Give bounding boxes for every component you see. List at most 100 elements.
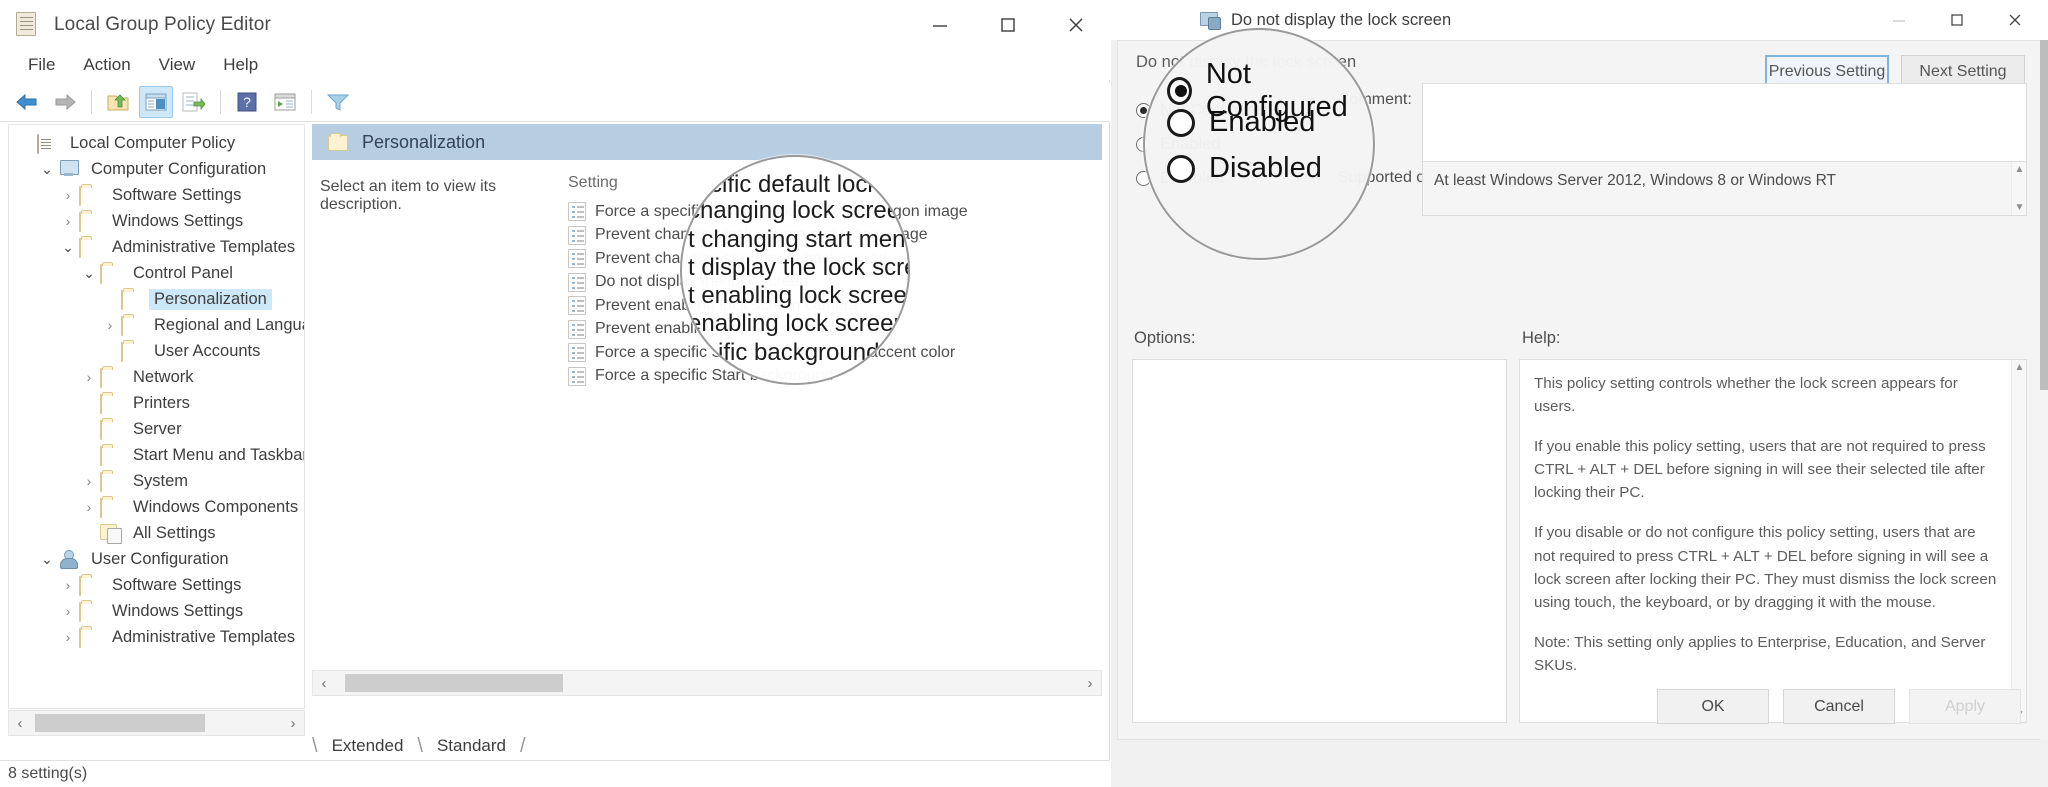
setting-row[interactable]: Do not display the lock screen: [560, 271, 1102, 295]
back-arrow-icon[interactable]: [10, 86, 44, 118]
tree-item-control-panel[interactable]: ⌄ Control Panel: [9, 260, 304, 286]
tree-item-icon: [58, 160, 80, 178]
tree-item-windows-settings[interactable]: › Windows Settings: [9, 208, 304, 234]
console-tree-pane[interactable]: Local Computer Policy ⌄ Computer Configura…: [8, 124, 305, 709]
chevron-down-icon[interactable]: ⌄: [36, 161, 58, 178]
radio-disabled[interactable]: Disabled: [1136, 161, 1271, 195]
setting-row[interactable]: Force a specific Start background: [560, 365, 1102, 389]
setting-row[interactable]: Prevent enabling lock screen slide show: [560, 318, 1102, 342]
setting-row[interactable]: Prevent changing lock screen and logon i…: [560, 224, 1102, 248]
tree-item-server[interactable]: Server: [9, 416, 304, 442]
dialog-body: Do not display the lock screen Previous …: [1117, 40, 2042, 740]
chevron-right-icon[interactable]: ›: [57, 577, 79, 593]
chevron-right-icon[interactable]: ›: [57, 213, 79, 229]
comment-field[interactable]: [1422, 83, 2027, 163]
settings-horizontal-scrollbar[interactable]: ‹ ›: [312, 670, 1102, 696]
tree-item-start-menu-and-taskbar[interactable]: Start Menu and Taskbar: [9, 442, 304, 468]
close-icon[interactable]: [1042, 0, 1110, 50]
chevron-down-icon[interactable]: ⌄: [57, 239, 79, 256]
tree-item-windows-settings[interactable]: › Windows Settings: [9, 598, 304, 624]
settings-list[interactable]: Force a specific default lock screen and…: [560, 200, 1102, 388]
dialog-edge-scrollbar[interactable]: [2040, 40, 2048, 740]
toolbar-divider-2: [220, 89, 221, 114]
scroll-left-icon[interactable]: ‹: [9, 715, 31, 732]
column-header-setting[interactable]: Setting: [560, 174, 1102, 200]
menu-file[interactable]: File: [14, 53, 69, 77]
comment-value[interactable]: [1423, 84, 2026, 102]
tree-item-personalization[interactable]: Personalization: [9, 286, 304, 312]
setting-row[interactable]: Prevent changing start menu background: [560, 247, 1102, 271]
tree-scroll-track[interactable]: [31, 711, 282, 735]
chevron-right-icon[interactable]: ›: [57, 187, 79, 203]
tree-item-all-settings[interactable]: All Settings: [9, 520, 304, 546]
scroll-up-icon[interactable]: ▲: [2012, 162, 2027, 177]
dialog-edge-scroll-thumb[interactable]: [2040, 40, 2048, 390]
tree-item-printers[interactable]: Printers: [9, 390, 304, 416]
tree-item-software-settings[interactable]: › Software Settings: [9, 572, 304, 598]
help-icon[interactable]: ?: [230, 86, 264, 118]
tree-scroll-thumb[interactable]: [35, 714, 205, 732]
setting-row[interactable]: Force a specific Start background and ac…: [560, 341, 1102, 365]
radio-button-icon[interactable]: [1136, 170, 1151, 186]
scroll-down-icon[interactable]: ▼: [2012, 200, 2027, 215]
tab-standard[interactable]: Standard: [423, 734, 520, 760]
show-hide-console-tree-icon[interactable]: [139, 85, 173, 118]
settings-scroll-thumb[interactable]: [345, 674, 563, 692]
tree-item-user-configuration[interactable]: ⌄ User Configuration: [9, 546, 304, 572]
maximize-icon[interactable]: [974, 0, 1042, 50]
help-scrollbar[interactable]: ▲ ▼: [2011, 360, 2026, 722]
tree-horizontal-scrollbar[interactable]: ‹ ›: [8, 710, 305, 736]
chevron-down-icon[interactable]: ⌄: [36, 551, 58, 568]
chevron-right-icon[interactable]: ›: [99, 317, 121, 333]
radio-button-icon[interactable]: [1136, 102, 1151, 118]
minimize-icon[interactable]: [1870, 0, 1928, 40]
tree-item-network[interactable]: › Network: [9, 364, 304, 390]
menu-view[interactable]: View: [145, 53, 210, 77]
supported-on-scrollbar[interactable]: ▲ ▼: [2011, 162, 2026, 215]
folder-icon: [79, 212, 81, 232]
chevron-down-icon[interactable]: ⌄: [78, 265, 100, 282]
chevron-right-icon[interactable]: ›: [78, 499, 100, 515]
radio-not-configured[interactable]: Not Configured: [1136, 93, 1271, 127]
tab-extended[interactable]: Extended: [318, 734, 418, 760]
tree-item-software-settings[interactable]: › Software Settings: [9, 182, 304, 208]
radio-enabled[interactable]: Enabled: [1136, 127, 1271, 161]
tree-item-computer-configuration[interactable]: ⌄ Computer Configuration: [9, 156, 304, 182]
radio-button-icon[interactable]: [1136, 136, 1151, 152]
tree-item-regional-and-language-options[interactable]: › Regional and Language Options: [9, 312, 304, 338]
help-panel[interactable]: This policy setting controls whether the…: [1519, 359, 2027, 723]
scroll-left-icon[interactable]: ‹: [313, 675, 335, 692]
minimize-icon[interactable]: [906, 0, 974, 50]
scroll-up-icon[interactable]: ▲: [2012, 360, 2027, 375]
scroll-right-icon[interactable]: ›: [1079, 675, 1101, 692]
ok-button[interactable]: OK: [1657, 689, 1769, 724]
supported-on-value: At least Windows Server 2012, Windows 8 …: [1434, 172, 1837, 189]
maximize-icon[interactable]: [1928, 0, 1986, 40]
setting-row[interactable]: Force a specific default lock screen and…: [560, 200, 1102, 224]
apply-button: Apply: [1909, 689, 2021, 724]
chevron-right-icon[interactable]: ›: [57, 603, 79, 619]
tree-item-local-computer-policy[interactable]: Local Computer Policy: [9, 130, 304, 156]
scroll-right-icon[interactable]: ›: [282, 715, 304, 732]
tree-item-administrative-templates[interactable]: ⌄ Administrative Templates: [9, 234, 304, 260]
tree-item-windows-components[interactable]: › Windows Components: [9, 494, 304, 520]
chevron-right-icon[interactable]: ›: [78, 369, 100, 385]
tree-item-system[interactable]: › System: [9, 468, 304, 494]
chevron-right-icon[interactable]: ›: [78, 473, 100, 489]
menu-action[interactable]: Action: [69, 53, 144, 77]
settings-list-column[interactable]: Setting Force a specific default lock sc…: [560, 160, 1102, 670]
setting-row[interactable]: Prevent enabling lock screen camera: [560, 294, 1102, 318]
chevron-right-icon[interactable]: ›: [57, 629, 79, 645]
export-list-icon[interactable]: [177, 86, 211, 118]
filter-icon[interactable]: [321, 86, 355, 118]
tree-item-administrative-templates[interactable]: › Administrative Templates: [9, 624, 304, 650]
menu-help[interactable]: Help: [209, 53, 272, 77]
settings-scroll-track[interactable]: [335, 671, 1079, 695]
close-icon[interactable]: [1986, 0, 2044, 40]
show-hide-action-pane-icon[interactable]: [268, 86, 302, 118]
forward-arrow-icon[interactable]: [48, 86, 82, 118]
options-panel[interactable]: [1132, 359, 1507, 723]
tree-item-user-accounts[interactable]: User Accounts: [9, 338, 304, 364]
cancel-button[interactable]: Cancel: [1783, 689, 1895, 724]
up-folder-icon[interactable]: [101, 86, 135, 118]
